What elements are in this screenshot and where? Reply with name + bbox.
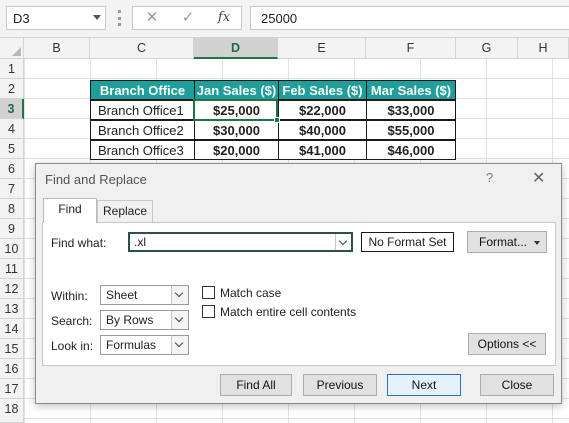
match-case-label: Match case xyxy=(220,286,282,300)
row-header-16[interactable]: 16 xyxy=(0,359,24,379)
close-button[interactable]: Close xyxy=(480,374,554,396)
formula-bar: D3 ✕ ✓ fx 25000 xyxy=(0,0,569,38)
chevron-down-icon xyxy=(174,313,184,323)
row-header-9[interactable]: 9 xyxy=(0,219,24,239)
column-header-b[interactable]: B xyxy=(24,38,90,59)
options-button[interactable]: Options << xyxy=(468,333,546,355)
name-box-value: D3 xyxy=(13,11,30,26)
table-cell-branch[interactable]: Branch Office3 xyxy=(90,140,195,160)
row-header-8[interactable]: 8 xyxy=(0,199,24,219)
row-header-10[interactable]: 10 xyxy=(0,239,24,259)
column-header-c[interactable]: C xyxy=(90,38,194,59)
table-header-feb-sales[interactable]: Feb Sales ($) xyxy=(278,80,367,100)
match-entire-label: Match entire cell contents xyxy=(220,305,357,319)
table-header-jan-sales[interactable]: Jan Sales ($) xyxy=(194,80,279,100)
look-in-dropdown[interactable] xyxy=(171,336,188,354)
search-label: Search: xyxy=(51,314,93,328)
look-in-value: Formulas xyxy=(106,338,157,352)
formula-bar-buttons: ✕ ✓ fx xyxy=(132,6,242,30)
tab-replace[interactable]: Replace xyxy=(97,200,153,222)
column-header-h[interactable]: H xyxy=(518,38,569,59)
find-what-value: .xl xyxy=(134,235,146,249)
chevron-down-icon xyxy=(338,236,348,246)
formula-value: 25000 xyxy=(261,11,298,26)
within-value: Sheet xyxy=(106,288,138,302)
column-header-e[interactable]: E xyxy=(278,38,366,59)
table-cell-feb[interactable]: $40,000 xyxy=(278,120,367,140)
match-entire-checkbox[interactable] xyxy=(202,305,215,318)
formula-input[interactable]: 25000 xyxy=(250,6,569,30)
table-cell-jan[interactable]: $20,000 xyxy=(194,140,279,160)
row-header-6[interactable]: 6 xyxy=(0,159,24,179)
table-cell-mar[interactable]: $46,000 xyxy=(366,140,456,160)
column-header-d[interactable]: D xyxy=(194,38,278,59)
chevron-down-icon xyxy=(174,288,184,298)
format-button-label: Format... xyxy=(479,235,528,249)
table-cell-feb[interactable]: $41,000 xyxy=(278,140,367,160)
table-cell-branch[interactable]: Branch Office2 xyxy=(90,120,195,140)
column-header-g[interactable]: G xyxy=(456,38,518,59)
insert-function-icon[interactable]: fx xyxy=(213,9,235,27)
match-case-checkbox[interactable] xyxy=(202,286,215,299)
find-what-input[interactable]: .xl xyxy=(128,232,353,252)
find-all-button[interactable]: Find All xyxy=(220,374,292,396)
help-icon[interactable]: ? xyxy=(486,170,493,185)
format-dropdown-icon[interactable] xyxy=(534,241,540,245)
chevron-down-icon xyxy=(174,338,184,348)
dialog-title: Find and Replace xyxy=(45,172,147,187)
row-header-15[interactable]: 15 xyxy=(0,339,24,359)
column-header-f[interactable]: F xyxy=(366,38,456,59)
close-icon[interactable]: ✕ xyxy=(532,168,545,188)
row-header-13[interactable]: 13 xyxy=(0,299,24,319)
name-box[interactable]: D3 xyxy=(6,6,106,30)
tab-find[interactable]: Find xyxy=(43,198,97,223)
row-header-17[interactable]: 17 xyxy=(0,379,24,399)
find-what-dropdown[interactable] xyxy=(335,234,351,250)
table-cell-feb[interactable]: $22,000 xyxy=(278,100,367,120)
select-all-icon xyxy=(12,47,21,56)
name-box-dropdown-icon[interactable] xyxy=(93,15,101,20)
row-header-7[interactable]: 7 xyxy=(0,179,24,199)
active-cell-selection[interactable] xyxy=(193,99,280,123)
table-cell-mar[interactable]: $33,000 xyxy=(366,100,456,120)
within-label: Within: xyxy=(51,289,88,303)
row-header-5[interactable]: 5 xyxy=(0,139,24,159)
row-header-18[interactable]: 18 xyxy=(0,399,24,423)
row-header-14[interactable]: 14 xyxy=(0,319,24,339)
format-button[interactable]: Format... xyxy=(467,231,547,253)
row-header-11[interactable]: 11 xyxy=(0,259,24,279)
within-dropdown[interactable] xyxy=(171,286,188,304)
search-select[interactable]: By Rows xyxy=(100,310,189,330)
table-cell-branch[interactable]: Branch Office1 xyxy=(90,100,195,120)
formula-bar-splitter-icon[interactable] xyxy=(118,10,121,26)
row-header-2[interactable]: 2 xyxy=(0,79,24,99)
table-cell-mar[interactable]: $55,000 xyxy=(366,120,456,140)
cancel-icon[interactable]: ✕ xyxy=(141,9,163,27)
row-header-1[interactable]: 1 xyxy=(0,59,24,79)
search-value: By Rows xyxy=(106,313,154,327)
row-header-12[interactable]: 12 xyxy=(0,279,24,299)
look-in-select[interactable]: Formulas xyxy=(100,335,189,355)
table-header-branch-office[interactable]: Branch Office xyxy=(90,80,195,100)
next-button[interactable]: Next xyxy=(387,374,461,396)
enter-icon[interactable]: ✓ xyxy=(177,9,199,27)
fill-handle[interactable] xyxy=(274,117,280,123)
previous-button[interactable]: Previous xyxy=(303,374,377,396)
find-what-label: Find what: xyxy=(51,236,107,250)
search-dropdown[interactable] xyxy=(171,311,188,329)
table-cell-jan[interactable]: $30,000 xyxy=(194,120,279,140)
row-header-3[interactable]: 3 xyxy=(0,99,24,119)
select-all-button[interactable] xyxy=(0,38,24,59)
find-replace-dialog: Find and Replace ? ✕ Find Replace Find w… xyxy=(35,163,562,404)
row-header-4[interactable]: 4 xyxy=(0,119,24,139)
within-select[interactable]: Sheet xyxy=(100,285,189,305)
table-header-mar-sales[interactable]: Mar Sales ($) xyxy=(366,80,456,100)
format-preview: No Format Set xyxy=(361,232,454,252)
look-in-label: Look in: xyxy=(51,339,94,353)
